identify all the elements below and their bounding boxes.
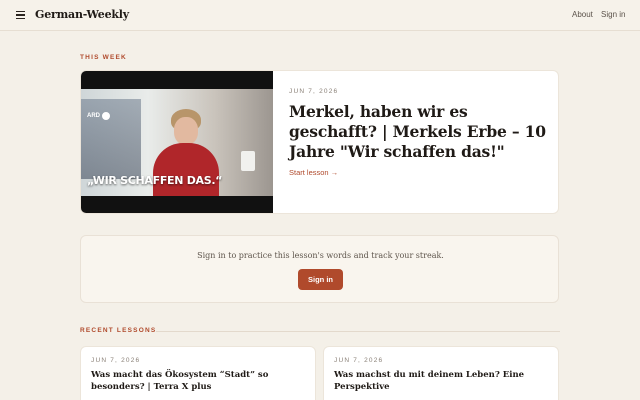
this-week-label: THIS WEEK [80, 54, 127, 61]
featured-lesson-card[interactable]: ARD „WIR SCHAFFEN DAS.“ JUN 7, 2026 Merk… [80, 70, 559, 214]
thumbnail-caption: „WIR SCHAFFEN DAS.“ [87, 174, 223, 187]
video-thumbnail[interactable]: ARD „WIR SCHAFFEN DAS.“ [81, 71, 273, 213]
lesson-title[interactable]: Was macht das Ökosystem “Stadt” so beson… [91, 369, 301, 393]
lesson-title[interactable]: Was machst du mit deinem Leben? Eine Per… [334, 369, 544, 393]
hamburger-menu-icon[interactable] [16, 11, 25, 19]
brand-logo[interactable]: German-Weekly [35, 8, 129, 21]
lesson-card[interactable]: JUN 7, 2026 Was machst du mit deinem Leb… [323, 346, 559, 400]
signin-prompt-card: Sign in to practice this lesson's words … [80, 235, 559, 303]
start-lesson-link[interactable]: Start lesson → [289, 168, 338, 177]
signin-button[interactable]: Sign in [298, 269, 343, 290]
recent-lessons-label: RECENT LESSONS [80, 327, 157, 334]
signin-prompt-text: Sign in to practice this lesson's words … [197, 251, 444, 260]
featured-lesson-body: JUN 7, 2026 Merkel, haben wir es geschaf… [289, 71, 551, 213]
lesson-card[interactable]: JUN 7, 2026 Was macht das Ökosystem “Sta… [80, 346, 316, 400]
nav-about-link[interactable]: About [572, 10, 593, 19]
featured-lesson-date: JUN 7, 2026 [289, 88, 339, 95]
featured-lesson-title[interactable]: Merkel, haben wir es geschafft? | Merkel… [289, 102, 551, 162]
lesson-date: JUN 7, 2026 [91, 357, 141, 364]
top-bar: German-Weekly About Sign in [0, 0, 640, 31]
lesson-date: JUN 7, 2026 [334, 357, 384, 364]
nav-signin-link[interactable]: Sign in [601, 10, 625, 19]
section-divider [156, 331, 560, 332]
broadcaster-logo: ARD [87, 112, 110, 120]
